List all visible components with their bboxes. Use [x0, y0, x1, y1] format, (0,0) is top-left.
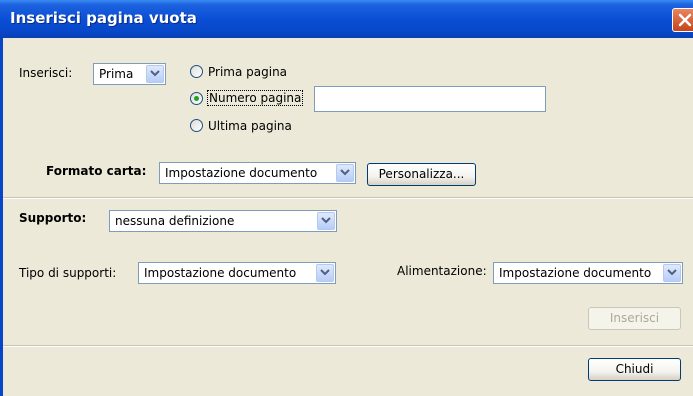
chevron-down-icon[interactable] [336, 164, 354, 182]
chevron-down-icon[interactable] [663, 264, 681, 282]
insert-label: Inserisci: [19, 66, 73, 80]
customize-button[interactable]: Personalizza... [367, 163, 476, 186]
media-value: nessuna definizione [115, 214, 235, 228]
radio-last-page[interactable] [190, 119, 203, 132]
window-title: Inserisci pagina vuota [10, 9, 197, 27]
insert-position-value: Prima [99, 67, 134, 81]
page-number-input[interactable] [314, 86, 546, 112]
paper-size-label: Formato carta: [46, 164, 147, 178]
close-button[interactable]: Chiudi [588, 358, 681, 381]
feed-value: Impostazione documento [499, 266, 652, 280]
feed-label: Alimentazione: [397, 264, 487, 278]
insert-position-select[interactable]: Prima [93, 63, 166, 85]
media-type-value: Impostazione documento [144, 266, 297, 280]
footer-divider [3, 345, 693, 347]
divider [3, 197, 693, 199]
chevron-down-icon[interactable] [316, 264, 334, 282]
title-bar[interactable]: Inserisci pagina vuota [0, 0, 693, 38]
chevron-down-icon[interactable] [317, 212, 335, 230]
insert-button[interactable]: Inserisci [588, 307, 681, 330]
media-label: Supporto: [19, 211, 87, 225]
radio-page-number[interactable] [190, 92, 203, 105]
radio-selected-dot [194, 96, 199, 101]
radio-first-page[interactable] [190, 65, 203, 78]
chevron-down-icon[interactable] [146, 65, 164, 83]
paper-size-select[interactable]: Impostazione documento [159, 162, 356, 184]
media-type-select[interactable]: Impostazione documento [138, 262, 336, 284]
radio-page-number-label[interactable]: Numero pagina [207, 90, 304, 106]
media-type-label: Tipo di supporti: [19, 266, 117, 280]
close-icon [678, 13, 692, 27]
dialog-window: Inserisci pagina vuota Inserisci: Prima … [0, 0, 693, 396]
radio-last-page-label[interactable]: Ultima pagina [208, 119, 292, 133]
feed-select[interactable]: Impostazione documento [493, 262, 683, 284]
paper-size-value: Impostazione documento [165, 166, 318, 180]
media-select[interactable]: nessuna definizione [109, 210, 337, 232]
radio-first-page-label[interactable]: Prima pagina [208, 65, 287, 79]
close-window-button[interactable] [672, 8, 693, 32]
